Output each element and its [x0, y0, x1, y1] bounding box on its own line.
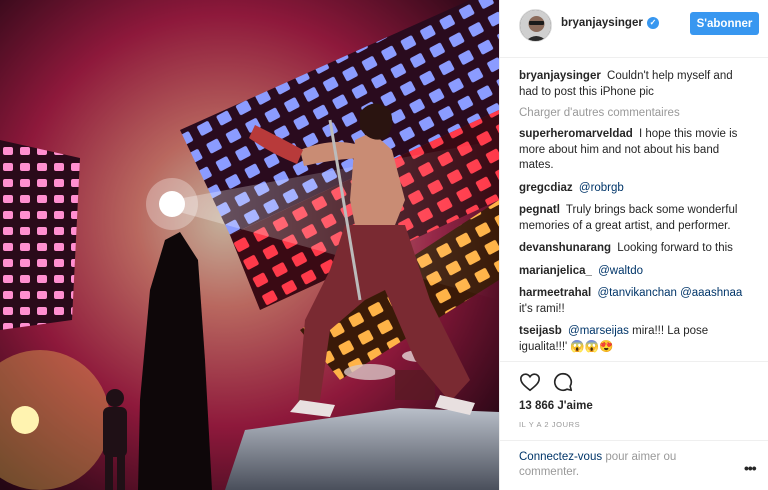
comment-item: devanshunarang Looking forward to this — [519, 241, 751, 257]
likes-count[interactable]: 13 866 J'aime — [519, 400, 593, 412]
comment-text: it's rami!! — [519, 302, 565, 315]
comment-item: superheromarveldad I hope this movie is … — [519, 127, 751, 174]
post-actions: 13 866 J'aime IL Y A 2 JOURS Connectez-v… — [500, 361, 768, 490]
more-options-icon[interactable]: ••• — [744, 460, 757, 476]
comment-item: marianjelica_ @waltdo — [519, 264, 751, 280]
comment-username[interactable]: superheromarveldad — [519, 128, 633, 140]
comment-username[interactable]: devanshunarang — [519, 242, 611, 254]
comment-text: Looking forward to this — [617, 242, 733, 254]
comment-mention[interactable]: @tanvikanchan @aaashnaa — [597, 287, 742, 299]
post-sidebar: bryanjaysinger ✓ S'abonner bryanjaysinge… — [499, 0, 768, 490]
avatar-image — [520, 10, 551, 41]
comment-username[interactable]: marianjelica_ — [519, 265, 592, 277]
caption: bryanjaysinger Couldn't help myself and … — [519, 69, 751, 100]
follow-button[interactable]: S'abonner — [690, 12, 759, 35]
load-more-comments-link[interactable]: Charger d'autres commentaires — [519, 107, 751, 119]
verified-badge-icon: ✓ — [647, 17, 659, 29]
concert-photo — [0, 0, 499, 490]
login-prompt: Connectez-vous pour aimer ou commenter. — [519, 450, 719, 480]
comment-item: pegnatl Truly brings back some wonderful… — [519, 203, 751, 234]
comment-username[interactable]: tseijasb — [519, 325, 562, 337]
comment-username[interactable]: gregcdiaz — [519, 182, 573, 194]
login-link[interactable]: Connectez-vous — [519, 451, 602, 463]
comment-item: gregcdiaz @robrgb — [519, 181, 751, 197]
comments-list[interactable]: bryanjaysinger Couldn't help myself and … — [500, 59, 768, 361]
comment-username[interactable]: harmeetrahal — [519, 287, 591, 299]
post-timestamp: IL Y A 2 JOURS — [519, 420, 581, 429]
header-username[interactable]: bryanjaysinger — [561, 17, 643, 29]
divider — [500, 440, 768, 441]
heart-icon[interactable] — [519, 371, 541, 393]
post-header: bryanjaysinger ✓ S'abonner — [500, 0, 768, 58]
comment-item: tseijasb @marseijas mira!!! La pose igua… — [519, 324, 751, 355]
comment-mention[interactable]: @waltdo — [598, 265, 643, 277]
caption-username[interactable]: bryanjaysinger — [519, 70, 601, 82]
post-photo — [0, 0, 499, 490]
avatar[interactable] — [519, 9, 552, 42]
comment-mention[interactable]: @marseijas — [568, 325, 629, 337]
comment-item: harmeetrahal @tanvikanchan @aaashnaa it'… — [519, 286, 751, 317]
comment-mention[interactable]: @robrgb — [579, 182, 624, 194]
comment-icon[interactable] — [552, 371, 574, 393]
comment-username[interactable]: pegnatl — [519, 204, 560, 216]
